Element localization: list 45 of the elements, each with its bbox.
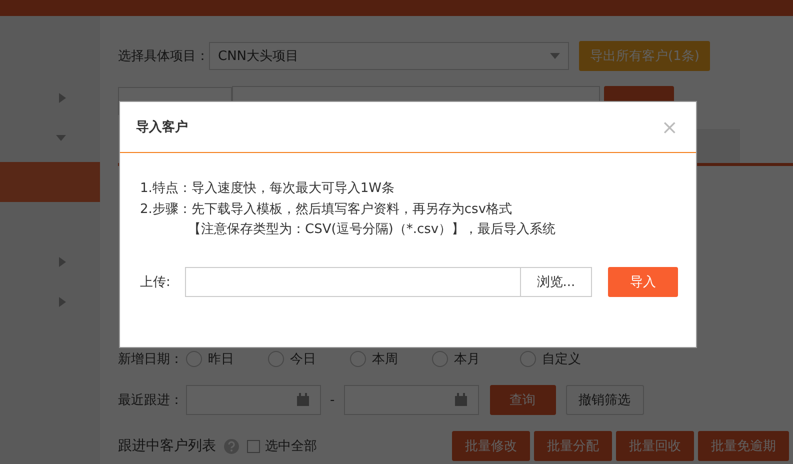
project-label: 选择具体项目： bbox=[118, 48, 209, 65]
checkbox[interactable] bbox=[247, 440, 260, 452]
caret-down-icon bbox=[550, 53, 560, 59]
reset-filter-button[interactable]: 撤销筛选 bbox=[566, 385, 644, 415]
list-title: 跟进中客户列表 bbox=[118, 437, 216, 455]
query-button[interactable]: 查询 bbox=[490, 385, 556, 415]
date-radio[interactable]: 本月 bbox=[432, 350, 520, 368]
radio-icon[interactable] bbox=[186, 351, 202, 367]
radio-icon[interactable] bbox=[350, 351, 366, 367]
project-select[interactable]: CNN大头项目 bbox=[209, 42, 569, 70]
close-button[interactable]: × bbox=[661, 115, 678, 139]
date-field[interactable] bbox=[344, 385, 479, 415]
dialog-title: 导入客户 bbox=[136, 118, 188, 136]
batch-button[interactable]: 批量修改 bbox=[452, 431, 530, 461]
browse-button[interactable]: 浏览... bbox=[520, 266, 592, 296]
radio-icon[interactable] bbox=[432, 351, 448, 367]
batch-button[interactable]: 批量免逾期 bbox=[698, 431, 789, 461]
upload-label: 上传: bbox=[140, 274, 172, 290]
date-radio[interactable]: 昨日 bbox=[186, 350, 268, 368]
file-path-field[interactable] bbox=[185, 266, 521, 296]
date-field[interactable] bbox=[186, 385, 321, 415]
instruction-text: 1.特点：导入速度快，每次最大可导入1W条 bbox=[140, 180, 396, 198]
caret-down-icon bbox=[56, 135, 66, 141]
calendar-icon bbox=[296, 393, 310, 407]
new-date-label: 新增日期： bbox=[118, 351, 184, 368]
range-separator: - bbox=[330, 392, 335, 408]
radio-icon[interactable] bbox=[268, 351, 284, 367]
import-button[interactable]: 导入 bbox=[608, 266, 678, 296]
batch-button[interactable]: 批量分配 bbox=[534, 431, 612, 461]
instruction-text: 2.步骤：先下载导入模板，然后填写客户资料，再另存为csv格式 bbox=[140, 200, 514, 218]
caret-right-icon bbox=[59, 93, 66, 103]
help-icon[interactable] bbox=[224, 438, 239, 454]
follow-label: 最近跟进： bbox=[118, 392, 184, 409]
date-radio[interactable]: 自定义 bbox=[520, 350, 600, 368]
calendar-icon bbox=[454, 393, 468, 407]
caret-right-icon bbox=[59, 257, 66, 267]
radio-icon[interactable] bbox=[520, 351, 536, 367]
batch-button[interactable]: 批量回收 bbox=[616, 431, 694, 461]
caret-right-icon bbox=[59, 297, 66, 307]
sidebar-item[interactable] bbox=[0, 162, 100, 202]
date-radio[interactable]: 本周 bbox=[350, 350, 432, 368]
select-all-label: 选中全部 bbox=[265, 438, 317, 455]
instruction-text: 【注意保存类型为：CSV(逗号分隔)（*.csv）】，最后导入系统 bbox=[187, 221, 557, 239]
date-radio[interactable]: 今日 bbox=[268, 350, 350, 368]
export-button[interactable]: 导出所有客户(1条) bbox=[579, 41, 710, 71]
